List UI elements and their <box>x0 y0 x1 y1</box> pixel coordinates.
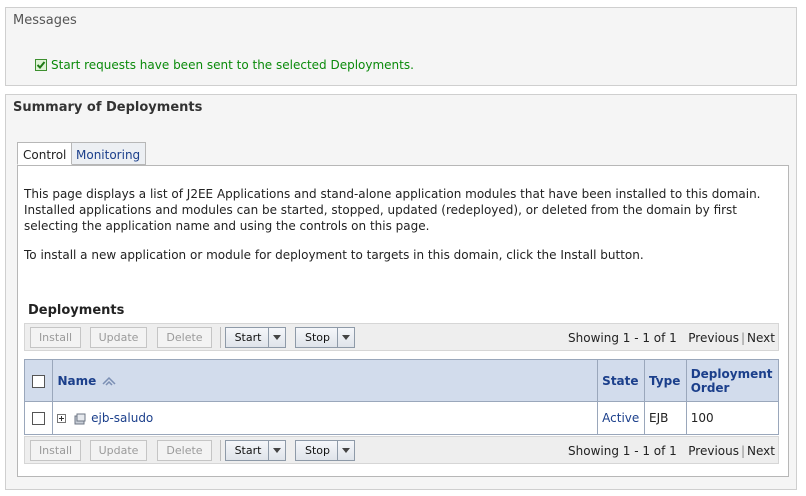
start-button[interactable]: Start <box>225 440 286 461</box>
start-button-label: Start <box>234 444 262 457</box>
row-name-cell: ejb-saludo <box>52 401 599 435</box>
next-link[interactable]: Next <box>747 444 775 458</box>
start-button-label: Start <box>234 331 262 344</box>
deployment-name-link[interactable]: ejb-saludo <box>91 411 153 425</box>
stop-button-label: Stop <box>304 331 330 344</box>
page-description: This page displays a list of J2EE Applic… <box>24 187 761 233</box>
tab-monitoring[interactable]: Monitoring <box>70 142 147 165</box>
select-all-checkbox[interactable] <box>32 374 46 388</box>
chevron-down-icon[interactable] <box>268 441 285 460</box>
success-message-text: Start requests have been sent to the sel… <box>51 58 414 72</box>
start-button[interactable]: Start <box>225 327 286 348</box>
stop-button[interactable]: Stop <box>295 327 355 348</box>
tab-control[interactable]: Control <box>17 142 73 165</box>
deployments-table: Name State Type Deployment Order ejb-sal… <box>23 359 780 435</box>
select-all-header <box>23 359 54 402</box>
stop-button-label: Stop <box>304 444 330 457</box>
sort-ascending-icon <box>102 376 116 386</box>
next-link[interactable]: Next <box>747 331 775 345</box>
install-button[interactable]: Install <box>30 327 81 348</box>
previous-link[interactable]: Previous <box>688 444 739 458</box>
messages-panel: Messages Start requests have been sent t… <box>5 7 797 86</box>
column-state[interactable]: State <box>597 359 646 402</box>
row-select-cell <box>23 401 54 435</box>
table-row: ejb-saludo Active EJB 100 <box>23 401 780 435</box>
messages-title: Messages <box>13 13 77 28</box>
column-name[interactable]: Name <box>52 359 599 402</box>
toolbar-bottom: Install Update Delete Start Stop Showing… <box>24 436 779 464</box>
summary-title: Summary of Deployments <box>13 100 203 115</box>
delete-button[interactable]: Delete <box>157 327 212 348</box>
ejb-module-icon <box>74 413 86 424</box>
toolbar-divider <box>220 327 221 348</box>
chevron-down-icon[interactable] <box>337 441 354 460</box>
delete-button[interactable]: Delete <box>157 440 212 461</box>
tab-content: This page displays a list of J2EE Applic… <box>17 165 789 477</box>
stop-button[interactable]: Stop <box>295 440 355 461</box>
chevron-down-icon[interactable] <box>268 328 285 347</box>
pager-showing: Showing 1 - 1 of 1 <box>568 444 677 458</box>
update-button[interactable]: Update <box>90 440 147 461</box>
column-order[interactable]: Deployment Order <box>685 359 780 402</box>
pager-showing: Showing 1 - 1 of 1 <box>568 331 677 345</box>
expand-icon[interactable] <box>57 414 67 423</box>
row-state-cell: Active <box>597 401 646 435</box>
install-hint: To install a new application or module f… <box>24 248 644 262</box>
toolbar-top: Install Update Delete Start Stop Showing… <box>24 323 779 351</box>
chevron-down-icon[interactable] <box>337 328 354 347</box>
success-message: Start requests have been sent to the sel… <box>35 58 414 72</box>
check-icon <box>35 59 47 71</box>
row-order-cell: 100 <box>685 401 780 435</box>
toolbar-divider <box>220 440 221 461</box>
install-button[interactable]: Install <box>30 440 81 461</box>
previous-link[interactable]: Previous <box>688 331 739 345</box>
update-button[interactable]: Update <box>90 327 147 348</box>
column-name-label: Name <box>57 373 97 388</box>
row-type-cell: EJB <box>644 401 687 435</box>
column-type[interactable]: Type <box>644 359 687 402</box>
summary-panel: Summary of Deployments Control Monitorin… <box>5 94 797 490</box>
pager: Showing 1 - 1 of 1 Previous | Next <box>568 444 775 458</box>
row-checkbox[interactable] <box>32 412 46 425</box>
pager: Showing 1 - 1 of 1 Previous | Next <box>568 331 775 345</box>
deployments-title: Deployments <box>28 303 125 318</box>
state-value: Active <box>602 411 640 425</box>
